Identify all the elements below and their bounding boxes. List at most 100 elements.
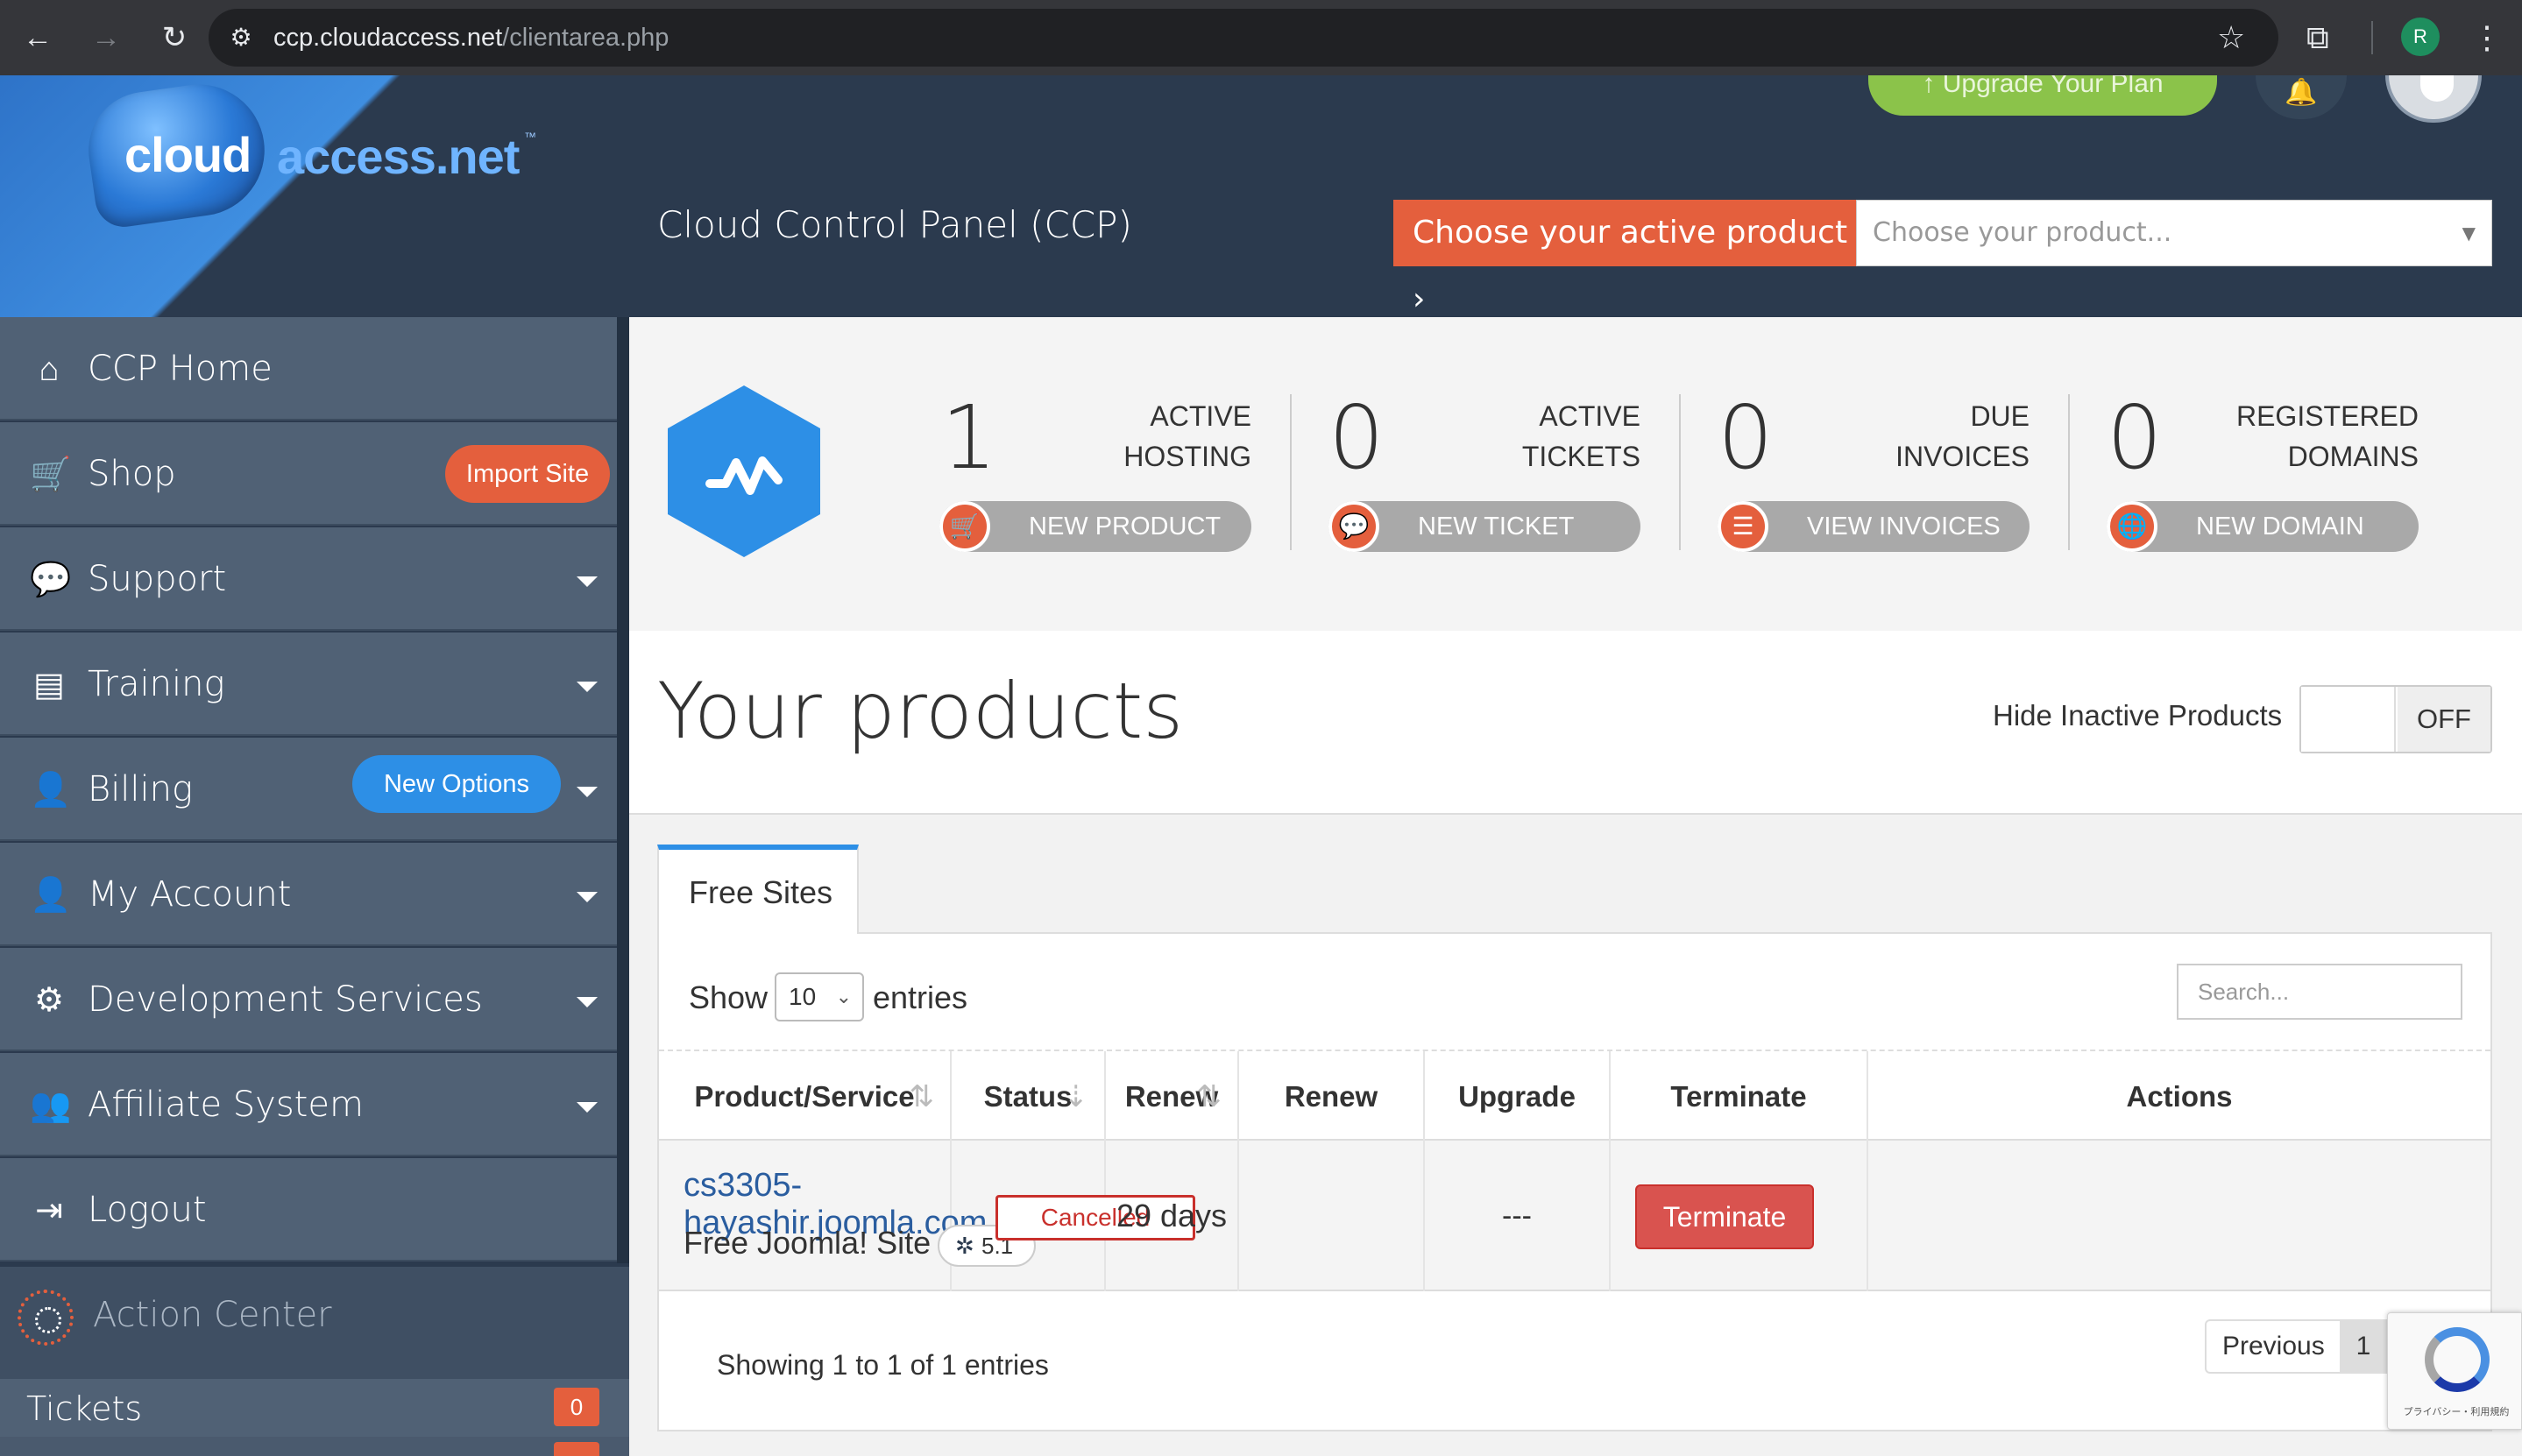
url-text[interactable]: ccp.cloudaccess.net/clientarea.php bbox=[273, 18, 669, 58]
stat-active-tickets-value: 0 bbox=[1328, 386, 1385, 489]
stat-registered-domains-value: 0 bbox=[2107, 386, 2163, 489]
cart-icon: 🛒 bbox=[939, 501, 990, 552]
new-domain-label: NEW DOMAIN bbox=[2196, 512, 2364, 541]
toggle-knob bbox=[2301, 687, 2396, 752]
new-ticket-button[interactable]: 💬 NEW TICKET bbox=[1328, 501, 1640, 552]
terminate-button[interactable]: Terminate bbox=[1635, 1184, 1814, 1249]
caret-down-icon bbox=[577, 576, 598, 587]
table-search-input[interactable]: Search... bbox=[2177, 964, 2462, 1020]
stat-active-hosting-value: 1 bbox=[941, 386, 997, 489]
caret-down-icon bbox=[577, 787, 598, 797]
view-invoices-button[interactable]: ☰ VIEW INVOICES bbox=[1718, 501, 2030, 552]
stat-divider bbox=[1290, 394, 1292, 550]
column-header-label: Status bbox=[983, 1080, 1073, 1113]
import-site-button[interactable]: Import Site bbox=[445, 445, 610, 503]
extensions-icon[interactable]: ⧉ bbox=[2306, 16, 2329, 60]
caret-down-icon bbox=[577, 997, 598, 1007]
caret-down-icon bbox=[577, 892, 598, 902]
logout-icon: ⇥ bbox=[35, 1192, 63, 1229]
stat-divider bbox=[1679, 394, 1681, 550]
action-center-icon bbox=[18, 1290, 74, 1346]
sidebar-item-support[interactable]: 💬 Support bbox=[0, 527, 617, 631]
toolbar-divider bbox=[2371, 21, 2373, 54]
sidebar-item-logout[interactable]: ⇥ Logout bbox=[0, 1158, 617, 1262]
action-center-next-row[interactable] bbox=[0, 1437, 629, 1456]
bookmark-star-icon[interactable]: ☆ bbox=[2217, 16, 2245, 60]
pagination-page[interactable]: 1 bbox=[2340, 1319, 2387, 1374]
sidebar-item-label: Support bbox=[88, 559, 227, 599]
recaptcha-text[interactable]: プライバシー・利用規約 bbox=[2395, 1404, 2518, 1418]
action-center-label: Action Center bbox=[93, 1295, 332, 1335]
stat-due-invoices-value: 0 bbox=[1718, 386, 1774, 489]
profile-avatar[interactable]: R bbox=[2401, 18, 2440, 56]
column-header-status[interactable]: Status ⇣ bbox=[952, 1051, 1106, 1142]
new-domain-button[interactable]: 🌐 NEW DOMAIN bbox=[2107, 501, 2419, 552]
stat-due-invoices-label: DUE INVOICES bbox=[1828, 396, 2030, 477]
column-header-renew: Renew bbox=[1239, 1051, 1425, 1142]
sidebar-item-ccp-home[interactable]: ⌂ CCP Home bbox=[0, 317, 617, 421]
caret-down-icon bbox=[577, 1102, 598, 1113]
choose-product-button[interactable]: Choose your active product › bbox=[1393, 200, 1856, 317]
logo-text-access: access.net bbox=[277, 129, 520, 184]
user-icon: 👤 bbox=[30, 772, 72, 809]
back-icon[interactable]: ← bbox=[16, 16, 60, 60]
cell-renew bbox=[1239, 1141, 1425, 1291]
cell-upgrade: --- bbox=[1425, 1141, 1611, 1291]
column-header-terminate: Terminate bbox=[1611, 1051, 1868, 1142]
products-title: Your products bbox=[657, 666, 1184, 756]
site-info-icon[interactable]: ⚙ bbox=[224, 21, 258, 54]
product-select[interactable]: Choose your product... ▼ bbox=[1856, 200, 2492, 266]
recaptcha-badge[interactable]: プライバシー・利用規約 bbox=[2387, 1312, 2522, 1430]
browser-menu-icon[interactable]: ⋮ bbox=[2471, 16, 2503, 60]
table-row: cs3305-hayashir.joomla.com Free Joomla! … bbox=[659, 1141, 2490, 1291]
sidebar-item-label: CCP Home bbox=[88, 349, 273, 389]
chat-icon: 💬 bbox=[30, 562, 72, 598]
cell-product: cs3305-hayashir.joomla.com Free Joomla! … bbox=[659, 1141, 1036, 1291]
hide-inactive-toggle[interactable]: OFF bbox=[2299, 685, 2492, 753]
sidebar-item-training[interactable]: ▤ Training bbox=[0, 633, 617, 736]
column-header-renew-by[interactable]: Renew By⇅ bbox=[1106, 1051, 1239, 1204]
logo-area[interactable]: cloud access.net ™ bbox=[0, 75, 629, 317]
sidebar-item-my-account[interactable]: 👤 My Account bbox=[0, 843, 617, 946]
entries-label: entries bbox=[873, 979, 968, 1015]
toggle-state: OFF bbox=[2398, 687, 2490, 752]
showing-entries-info: Showing 1 to 1 of 1 entries bbox=[717, 1349, 1049, 1381]
logo-text-cloud: cloud bbox=[124, 127, 251, 182]
sidebar-scrollbar[interactable] bbox=[617, 317, 629, 1263]
avatar-head-icon bbox=[2420, 75, 2454, 102]
book-icon: ▤ bbox=[33, 667, 65, 703]
stat-label-line1: REGISTERED bbox=[2235, 400, 2419, 432]
stat-label-line1: ACTIVE bbox=[1539, 400, 1640, 432]
new-options-badge[interactable]: New Options bbox=[352, 755, 561, 813]
new-product-button[interactable]: 🛒 NEW PRODUCT bbox=[939, 501, 1251, 552]
forward-icon[interactable]: → bbox=[84, 16, 128, 60]
sidebar-item-label: Shop bbox=[88, 454, 176, 494]
cell-actions bbox=[1868, 1141, 2490, 1291]
table-header: Product/Service⇅ Status⇣ Renew By⇅ Renew… bbox=[659, 1050, 2490, 1204]
column-header-actions: Actions bbox=[1868, 1051, 2490, 1142]
column-header-product[interactable]: Product/Service ⇅ bbox=[659, 1051, 952, 1142]
reload-icon[interactable]: ↻ bbox=[152, 16, 196, 60]
tab-free-sites[interactable]: Free Sites bbox=[657, 845, 859, 934]
cell-renew-by: 29 days bbox=[1106, 1141, 1239, 1291]
user-icon: 👤 bbox=[30, 877, 72, 914]
column-header-label: Renew bbox=[1284, 1080, 1378, 1113]
pagination-previous[interactable]: Previous bbox=[2205, 1319, 2342, 1374]
logo-trademark: ™ bbox=[524, 130, 536, 144]
sidebar-item-development-services[interactable]: ⚙ Development Services bbox=[0, 948, 617, 1051]
action-center-header[interactable]: Action Center bbox=[0, 1267, 629, 1379]
show-label: Show bbox=[689, 979, 769, 1015]
stat-label-line2: DOMAINS bbox=[2287, 441, 2419, 472]
list-icon: ☰ bbox=[1718, 501, 1768, 552]
site-type: Free Joomla! Site bbox=[684, 1225, 932, 1261]
stat-label-line2: HOSTING bbox=[1123, 441, 1251, 472]
tickets-label: Tickets bbox=[26, 1389, 143, 1428]
upgrade-plan-button[interactable]: ↑ Upgrade Your Plan bbox=[1868, 75, 2217, 116]
column-header-upgrade: Upgrade bbox=[1425, 1051, 1611, 1142]
sidebar-item-affiliate-system[interactable]: 👥 Affiliate System bbox=[0, 1053, 617, 1156]
action-center-tickets[interactable]: Tickets 0 bbox=[0, 1379, 629, 1437]
globe-icon: 🌐 bbox=[2107, 501, 2157, 552]
chevron-right-icon: › bbox=[1413, 281, 1426, 317]
entries-per-page-select[interactable]: 10 ⌄ bbox=[775, 972, 864, 1021]
sidebar-item-label: Billing bbox=[88, 769, 193, 809]
